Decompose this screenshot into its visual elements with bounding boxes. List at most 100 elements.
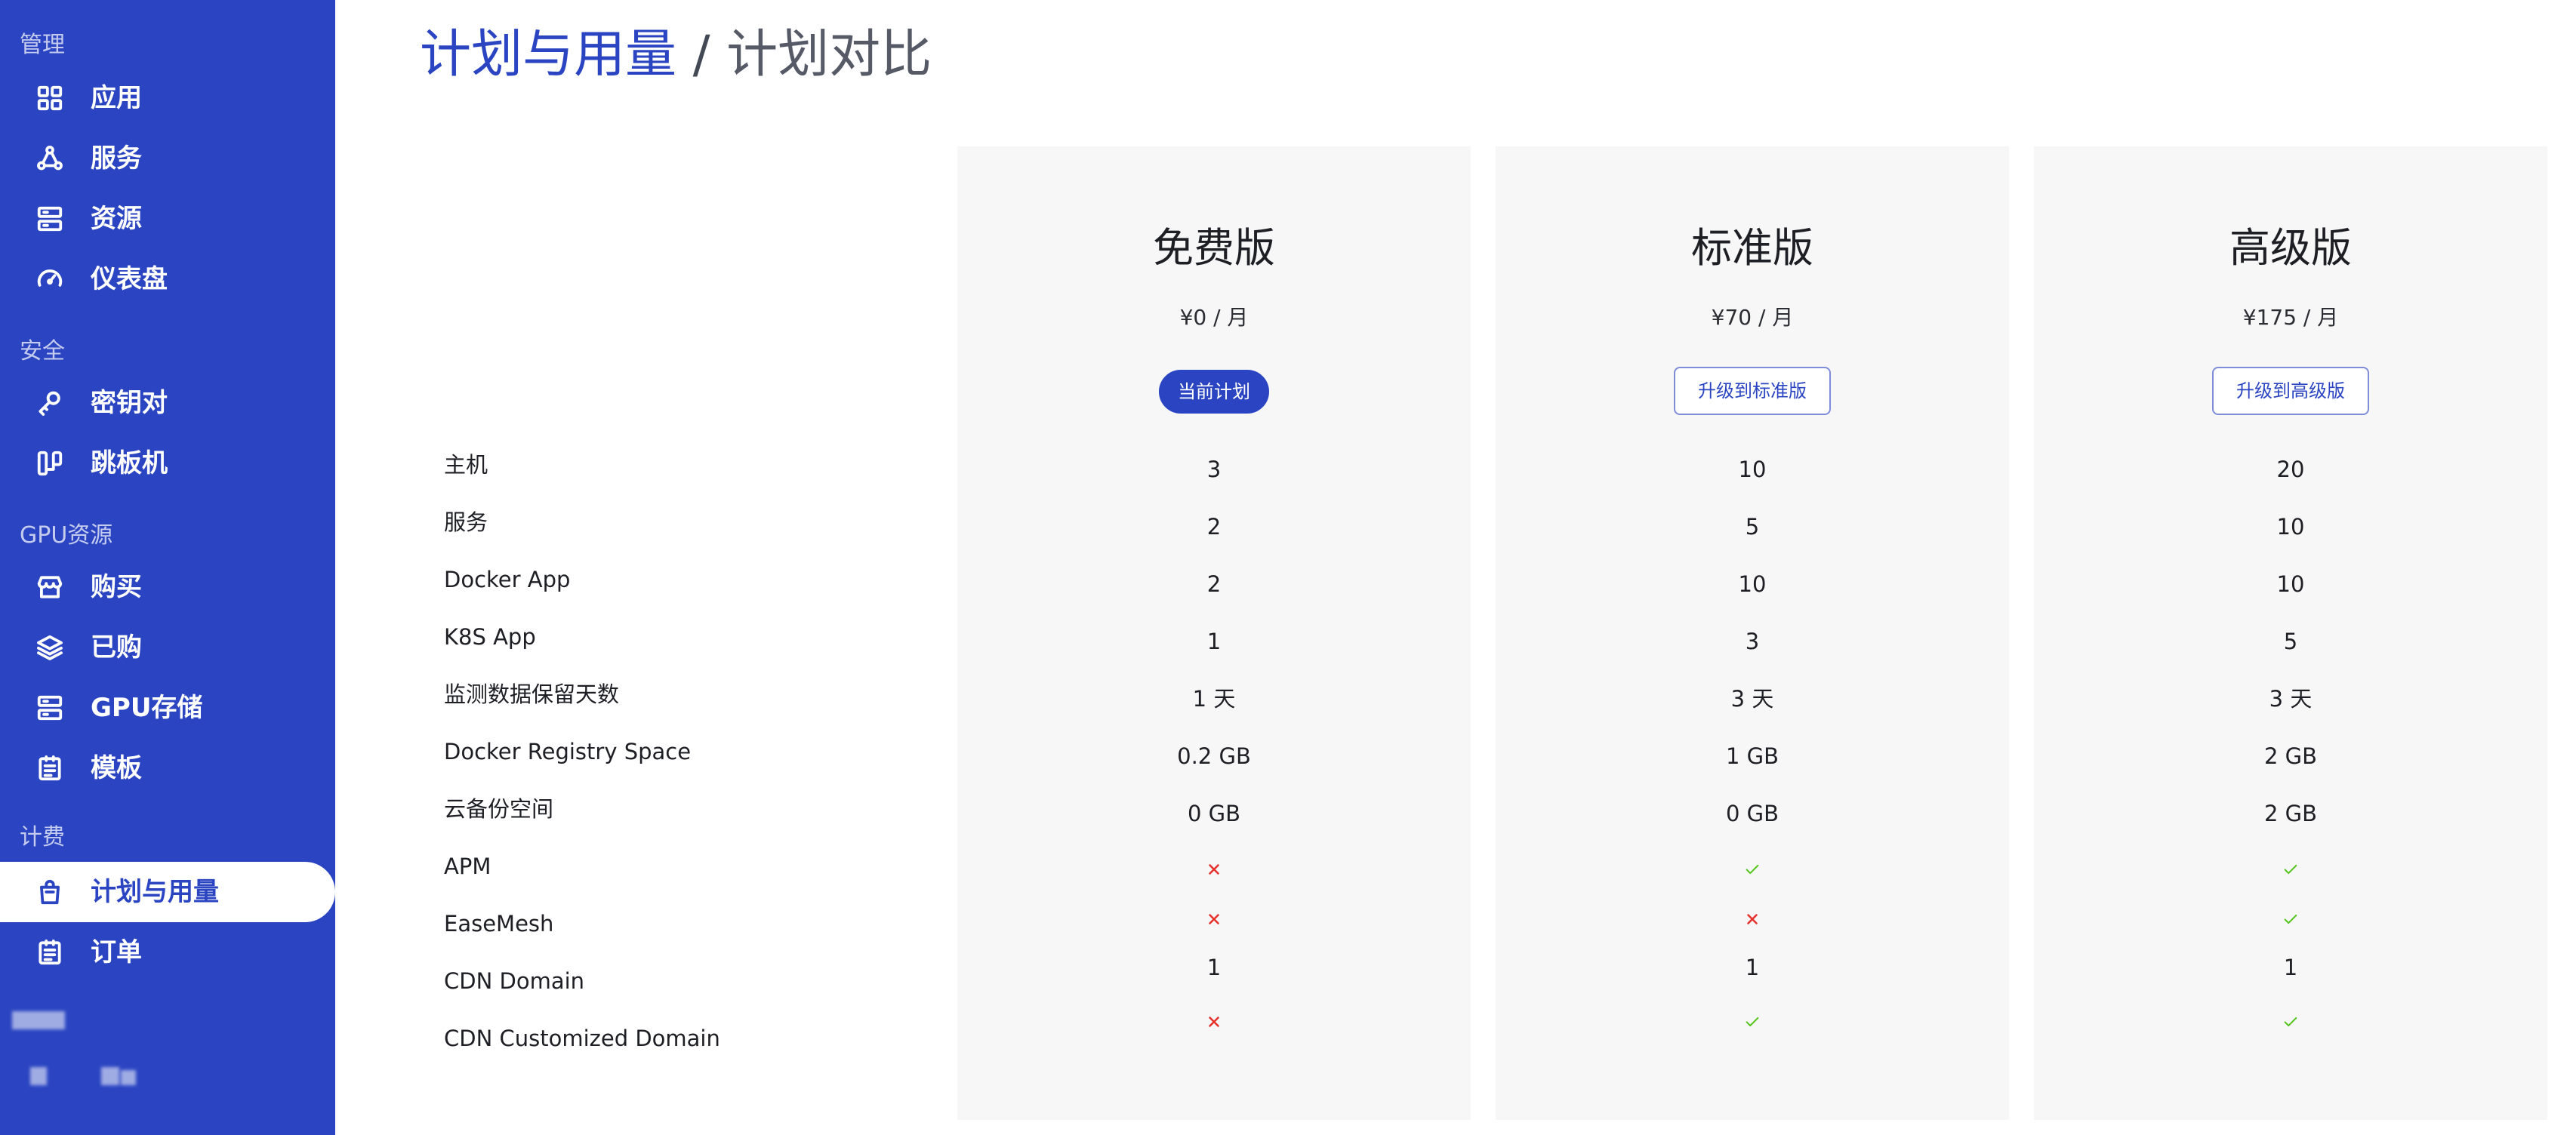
breadcrumb-plans-usage[interactable]: 计划与用量: [420, 25, 676, 85]
feature-label: Docker App: [444, 567, 571, 592]
store-icon: [35, 572, 65, 602]
sidebar-item-label: 服务: [91, 143, 142, 174]
feature-label: 主机: [444, 452, 488, 478]
dashboard-gauge-icon: [35, 264, 65, 294]
feature-value: 2 GB: [2263, 801, 2318, 826]
sidebar-item[interactable]: 资源: [0, 189, 335, 249]
plan-name: 高级版: [2229, 224, 2352, 272]
feature-value: 3 天: [2269, 686, 2313, 712]
upgrade-plan-button[interactable]: 升级到标准版: [1674, 367, 1831, 415]
apps-grid-icon: [35, 83, 65, 113]
plan-name: 标准版: [1691, 224, 1813, 272]
feature-value: 2: [1206, 571, 1222, 597]
sidebar-item[interactable]: 密钥对: [0, 373, 335, 433]
feature-value: 1: [2283, 955, 2298, 980]
sidebar-item[interactable]: 模板: [0, 738, 335, 798]
sidebar-item[interactable]: 跳板机: [0, 433, 335, 494]
feature-value: 3: [1745, 629, 1760, 654]
bastion-icon: [35, 448, 65, 478]
check-icon: [1496, 853, 2009, 883]
sidebar-group-label: 管理: [20, 32, 65, 58]
feature-label: Docker Registry Space: [444, 739, 692, 764]
feature-value: 10: [2276, 571, 2305, 597]
sidebar-item[interactable]: 订单: [0, 922, 335, 983]
sidebar: 管理 应用服务资源仪表盘安全 密钥对跳板机 GPU资源购买已购 GPU存储模板计费计划与…: [0, 0, 335, 1135]
feature-value: 0 GB: [1187, 801, 1241, 826]
key-icon: [35, 388, 65, 418]
sidebar-item[interactable]: 计划与用量: [0, 862, 335, 922]
upgrade-plan-button[interactable]: 升级到高级版: [2212, 367, 2369, 415]
page-title: 计划与用量 / 计划对比: [420, 21, 932, 89]
layers-icon: [35, 632, 65, 663]
feature-label: K8S App: [444, 624, 536, 650]
check-icon: [2034, 853, 2547, 883]
feature-value: 10: [2276, 514, 2305, 540]
plan-name: 免费版: [1153, 224, 1275, 272]
storage-icon: [35, 693, 65, 723]
sidebar-item[interactable]: 应用: [0, 68, 335, 128]
app-root: 管理 应用 服务 资源 仪表盘 安全 密钥对 跳板机 GPU资源 购买 已购 GPU存储 模板 计费 计划与…: [0, 0, 2576, 1135]
sidebar-group-label: 安全: [20, 338, 65, 364]
cross-icon: [957, 853, 1471, 883]
sidebar-item[interactable]: 购买: [0, 557, 335, 617]
template-icon: [35, 753, 65, 783]
feature-value: 10: [1738, 571, 1767, 597]
feature-value: 10: [1738, 457, 1767, 482]
feature-value: 20: [2276, 457, 2305, 482]
feature-value: 0 GB: [1725, 801, 1779, 826]
feature-value: 1 GB: [1725, 743, 1779, 769]
sidebar-item-label: 订单: [91, 937, 142, 967]
plan-price: ¥0 / 月: [1179, 305, 1249, 330]
sidebar-group-label: 计费: [20, 824, 65, 850]
feature-value: 2 GB: [2263, 743, 2318, 769]
sidebar-item-label: 计划与用量: [91, 877, 219, 907]
feature-label: 服务: [444, 509, 488, 535]
breadcrumb-plan-compare: 计划对比: [726, 25, 932, 85]
feature-value: 3 天: [1730, 686, 1774, 712]
sidebar-item-label: 密钥对: [91, 388, 168, 418]
feature-label: CDN Domain: [444, 968, 585, 994]
check-icon: [1496, 1005, 2009, 1035]
feature-value: 1: [1206, 955, 1222, 980]
sidebar-item[interactable]: 已购: [0, 617, 335, 678]
check-icon: [2034, 1005, 2547, 1035]
feature-label: APM: [444, 854, 491, 879]
plan-price: ¥175 / 月: [2242, 305, 2339, 330]
cross-icon: [957, 903, 1471, 933]
feature-value: 5: [1745, 514, 1760, 540]
sidebar-group-label: GPU资源: [20, 522, 113, 549]
plan-price: ¥70 / 月: [1711, 305, 1794, 330]
sidebar-item[interactable]: GPU存储: [0, 678, 335, 738]
current-plan-button[interactable]: 当前计划: [1159, 370, 1269, 414]
feature-value: 1 天: [1192, 686, 1236, 712]
sidebar-item-label: 仪表盘: [91, 264, 168, 294]
feature-value: 0.2 GB: [1177, 743, 1251, 769]
sidebar-item-label: 应用: [91, 83, 142, 113]
feature-value: 2: [1206, 514, 1222, 540]
cross-icon: [1496, 903, 2009, 933]
sidebar-item[interactable]: 仪表盘: [0, 249, 335, 309]
redacted-user-info: [101, 1067, 119, 1085]
redacted-user-info: [12, 1011, 65, 1029]
sidebar-item-label: 资源: [91, 204, 142, 234]
sidebar-item-label: 模板: [91, 753, 142, 783]
feature-label: CDN Customized Domain: [444, 1026, 720, 1051]
feature-value: 3: [1206, 457, 1222, 482]
order-icon: [35, 937, 65, 967]
cross-icon: [957, 1005, 1471, 1035]
feature-label: 监测数据保留天数: [444, 681, 620, 707]
redacted-user-info: [121, 1070, 136, 1085]
breadcrumb-separator: /: [676, 25, 727, 85]
sidebar-item-label: GPU存储: [91, 693, 203, 723]
feature-label: EaseMesh: [444, 911, 554, 937]
services-icon: [35, 143, 65, 174]
sidebar-item-label: 跳板机: [91, 448, 168, 478]
redacted-user-info: [30, 1067, 47, 1085]
sidebar-item-label: 购买: [91, 572, 142, 602]
feature-value: 5: [2283, 629, 2298, 654]
feature-label: 云备份空间: [444, 796, 554, 822]
feature-value: 1: [1206, 629, 1222, 654]
sidebar-item[interactable]: 服务: [0, 128, 335, 189]
feature-value: 1: [1745, 955, 1760, 980]
sidebar-item-label: 已购: [91, 632, 142, 663]
